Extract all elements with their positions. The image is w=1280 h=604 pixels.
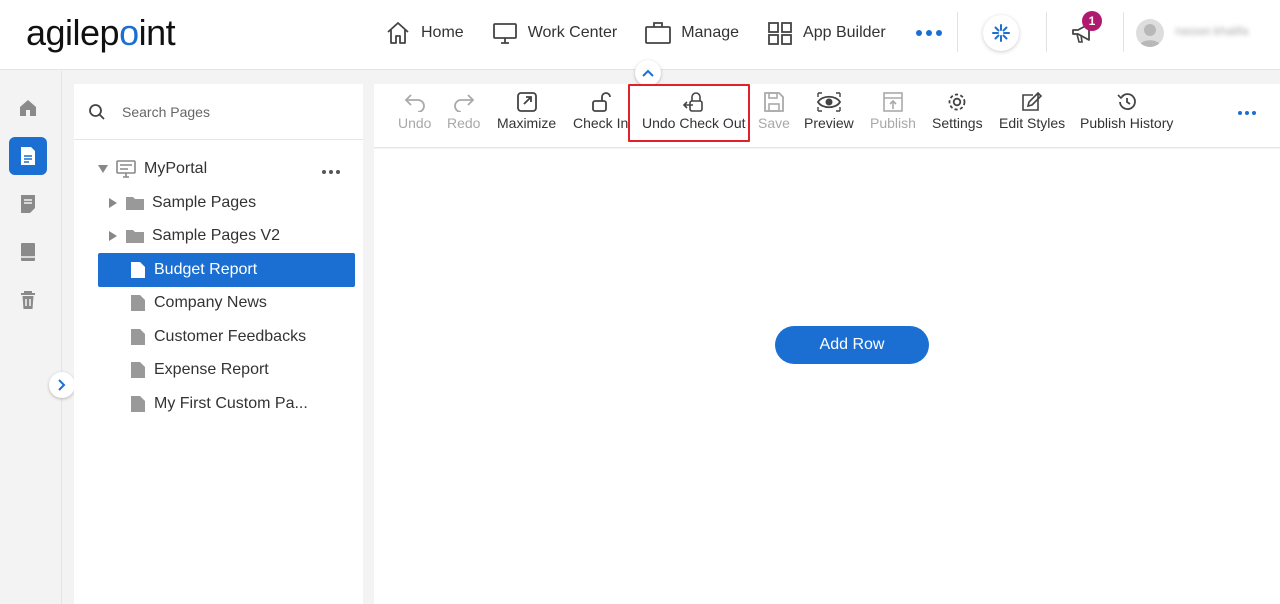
trash-icon xyxy=(21,291,35,309)
tree-page-customer-feedbacks[interactable]: Customer Feedbacks xyxy=(130,320,306,354)
briefcase-icon xyxy=(645,22,672,44)
edit-icon xyxy=(1022,92,1043,111)
tree-folder-sample-pages[interactable]: Sample Pages xyxy=(109,186,256,220)
nav-app-builder[interactable]: App Builder xyxy=(767,21,886,45)
header-divider xyxy=(1123,12,1124,52)
rail-home[interactable] xyxy=(9,89,47,127)
settings-button[interactable]: Settings xyxy=(932,84,983,142)
page-tree-panel: MyPortal Sample Pages Sample Pages V2 Bu… xyxy=(74,84,363,604)
ai-assistant-button[interactable] xyxy=(983,15,1019,51)
username[interactable]: nasser.khalifa xyxy=(1175,24,1275,40)
rail-pages[interactable] xyxy=(9,137,47,175)
undo-icon xyxy=(404,94,425,112)
tree-page-expense-report[interactable]: Expense Report xyxy=(130,353,269,387)
tree-page-my-first-custom-page[interactable]: My First Custom Pa... xyxy=(130,387,308,421)
redo-button[interactable]: Redo xyxy=(447,84,480,142)
book-icon xyxy=(21,243,35,261)
page-icon xyxy=(131,329,145,345)
chevron-right-icon xyxy=(58,379,66,391)
page-toolbar: Undo Redo Maximize Check In Undo Check O… xyxy=(374,84,1280,148)
page-icon xyxy=(21,147,35,165)
expand-rail-button[interactable] xyxy=(49,372,75,398)
nav-manage[interactable]: Manage xyxy=(645,21,739,45)
eye-icon xyxy=(816,92,841,112)
publish-history-button[interactable]: Publish History xyxy=(1080,84,1173,142)
header-divider xyxy=(1046,12,1047,52)
caret-right-icon[interactable] xyxy=(109,231,117,241)
avatar[interactable] xyxy=(1136,19,1164,47)
nav-work-center[interactable]: Work Center xyxy=(492,21,617,45)
home-icon xyxy=(387,22,409,44)
add-row-button[interactable]: Add Row xyxy=(775,326,929,364)
nav-home[interactable]: Home xyxy=(385,21,464,45)
tree-root-myportal[interactable]: MyPortal xyxy=(98,152,207,186)
folder-icon xyxy=(126,230,144,243)
tree-more-icon[interactable] xyxy=(322,170,340,174)
notification-badge: 1 xyxy=(1082,11,1102,31)
portal-icon xyxy=(116,160,136,178)
search-bar xyxy=(74,84,363,140)
rail-forms[interactable] xyxy=(9,185,47,223)
caret-down-icon[interactable] xyxy=(98,165,108,173)
search-input[interactable] xyxy=(122,103,342,120)
top-header: agilepoint Home Work Center Manage App B… xyxy=(0,0,1280,70)
caret-right-icon[interactable] xyxy=(109,198,117,208)
maximize-button[interactable]: Maximize xyxy=(497,84,556,142)
save-icon xyxy=(764,92,784,112)
maximize-icon xyxy=(516,92,537,112)
publish-button[interactable]: Publish xyxy=(870,84,916,142)
user-icon xyxy=(1139,24,1161,47)
undo-check-out-highlight xyxy=(628,84,750,142)
toolbar-more-icon[interactable] xyxy=(1238,111,1256,115)
collapse-header-button[interactable] xyxy=(635,60,661,86)
page-icon xyxy=(131,295,145,311)
page-icon xyxy=(131,396,145,412)
form-icon xyxy=(21,195,35,213)
page-icon xyxy=(131,362,145,378)
agilepoint-logo[interactable]: agilepoint xyxy=(26,12,176,54)
page-canvas: Add Row xyxy=(374,149,1280,604)
monitor-icon xyxy=(492,23,517,44)
publish-icon xyxy=(883,92,903,112)
gear-icon xyxy=(948,93,966,111)
folder-icon xyxy=(126,197,144,210)
tree-folder-sample-pages-v2[interactable]: Sample Pages V2 xyxy=(109,219,280,253)
header-divider xyxy=(957,12,958,52)
home-icon xyxy=(20,100,36,116)
tree-page-company-news[interactable]: Company News xyxy=(130,286,267,320)
tree-page-budget-report[interactable]: Budget Report xyxy=(98,253,355,287)
redo-icon xyxy=(453,94,475,112)
check-in-button[interactable]: Check In xyxy=(573,84,628,142)
rail-recycle-bin[interactable] xyxy=(9,281,47,319)
undo-button[interactable]: Undo xyxy=(398,84,431,142)
chevron-up-icon xyxy=(642,69,654,77)
edit-styles-button[interactable]: Edit Styles xyxy=(999,84,1065,142)
save-button[interactable]: Save xyxy=(758,84,790,142)
search-icon xyxy=(89,103,105,120)
nav-more-icon[interactable] xyxy=(915,30,942,36)
ai-spark-icon xyxy=(992,24,1010,42)
page-icon xyxy=(131,262,145,278)
unlock-icon xyxy=(591,92,611,112)
left-rail xyxy=(0,71,62,604)
history-icon xyxy=(1117,93,1136,110)
rail-library[interactable] xyxy=(9,233,47,271)
preview-button[interactable]: Preview xyxy=(804,84,854,142)
main-nav: Home Work Center Manage App Builder xyxy=(385,0,942,66)
grid-icon xyxy=(768,22,792,45)
